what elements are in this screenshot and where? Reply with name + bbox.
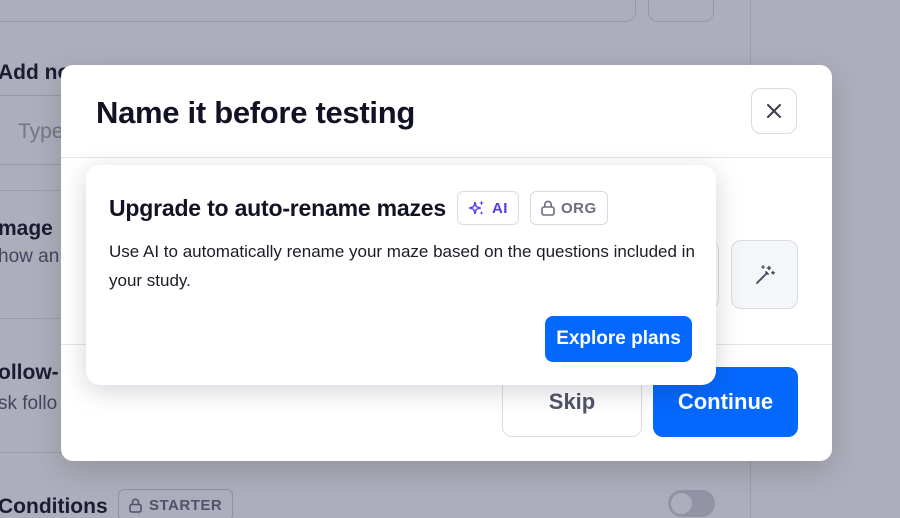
ai-rename-button[interactable] (731, 240, 798, 309)
upgrade-popover-title: Upgrade to auto-rename mazes (109, 194, 446, 221)
upgrade-popover: Upgrade to auto-rename mazes AI ORG Use … (86, 165, 716, 385)
org-badge-label: ORG (560, 199, 597, 217)
ai-badge: AI (456, 191, 519, 225)
modal-title: Name it before testing (96, 95, 415, 130)
upgrade-popover-description: Use AI to automatically rename your maze… (109, 242, 695, 290)
upgrade-popover-header: Upgrade to auto-rename mazes AI ORG (109, 191, 608, 225)
modal-header-divider (61, 157, 832, 158)
ai-badge-label: AI (491, 199, 508, 217)
org-plan-badge: ORG (529, 191, 608, 225)
magic-wand-icon (755, 264, 775, 284)
explore-plans-button[interactable]: Explore plans (545, 316, 692, 362)
lock-icon (541, 200, 555, 216)
close-button[interactable] (751, 88, 797, 134)
sparkles-icon (468, 200, 484, 215)
close-icon (767, 104, 781, 118)
